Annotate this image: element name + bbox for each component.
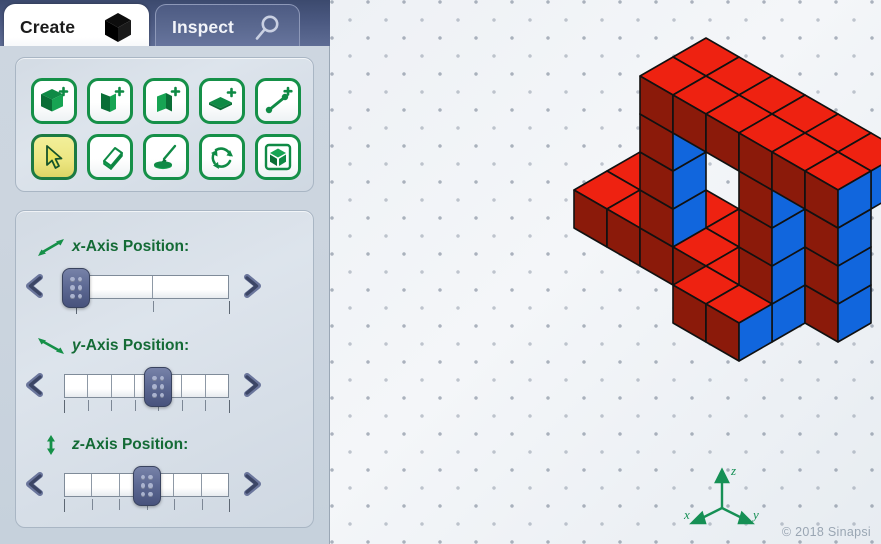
cube-icon [103,12,133,43]
axis-x-thumb[interactable] [62,268,90,308]
slider-segment[interactable] [174,474,202,496]
tool-row-create [31,78,301,124]
slider-segment[interactable] [65,375,89,397]
slider-tick [229,301,230,314]
tab-inspect-label: Inspect [172,17,234,37]
axis-x-header: x-Axis Position: [16,233,315,261]
slider-tick [229,400,230,413]
slider-tick [174,499,175,510]
slider-segment[interactable] [202,474,228,496]
axis-y-text: -Axis Position: [80,337,190,354]
axis-x-ticks [76,301,230,314]
axis-y-slider[interactable] [56,367,231,415]
voxel-model[interactable] [330,0,881,544]
slider-segment[interactable] [65,474,93,496]
toolbox-panel [15,57,314,192]
axis-y-letter: y [72,337,81,354]
viewport-canvas[interactable]: z x y © 2018 Sinapsi [330,0,881,544]
slider-tick [111,400,113,411]
tab-create[interactable]: Create [4,4,149,46]
add-wall-left-tool[interactable] [87,78,133,124]
add-cube-tool[interactable] [31,78,77,124]
tab-strip: Create Inspect [0,0,330,46]
axis-y-header: y-Axis Position: [16,332,315,360]
slider-tick [64,400,65,413]
axis-y-label: y-Axis Position: [72,337,189,355]
select-tool[interactable] [31,134,77,180]
axis-control-z: z-Axis Position: [16,431,315,515]
axis-x-label: x-Axis Position: [72,238,189,256]
erase-tool[interactable] [87,134,133,180]
axis-y-prev-button[interactable] [16,367,56,403]
axis-x-letter: x [72,238,81,255]
axis-control-y: y-Axis Position: [16,332,315,416]
slider-tick [87,400,89,411]
axis-z-thumb[interactable] [132,466,161,506]
tab-create-label: Create [20,16,76,37]
canvas-axis-gizmo: z x y [682,462,762,537]
axis-x-next-button[interactable] [231,268,271,304]
diagonal-arrow-up-right-icon [34,237,68,257]
axis-control-x: x-Axis Position: [16,233,315,317]
slider-segment[interactable] [206,375,228,397]
axis-z-label: z-Axis Position: [72,436,188,454]
slider-segment[interactable] [92,474,120,496]
slider-tick [201,499,203,510]
axis-x-slider[interactable] [56,268,231,316]
magnifier-icon [253,13,283,43]
axis-y-next-button[interactable] [231,367,271,403]
slider-tick [134,400,136,411]
add-line-tool[interactable] [255,78,301,124]
diagonal-arrow-down-right-icon [34,336,68,356]
slider-tick [152,301,154,312]
axis-z-letter: z [72,436,80,453]
axis-gizmo-y-label: y [751,507,759,522]
axis-controls-panel: x-Axis Position: y-Axis Position: z-Axis… [15,210,314,528]
axis-z-text: -Axis Position: [79,436,189,453]
tab-inspect[interactable]: Inspect [155,4,300,46]
axis-y-thumb[interactable] [144,367,173,407]
axis-gizmo-z-label: z [730,463,736,478]
axis-x-slider-line [16,261,315,317]
axis-y-slider-line [16,360,315,416]
axis-z-prev-button[interactable] [16,466,56,502]
add-wall-right-tool[interactable] [143,78,189,124]
left-panel: Create Inspect x-Axis Position: y-Axis P… [0,0,330,544]
axis-x-prev-button[interactable] [16,268,56,304]
tool-row-edit [31,134,301,180]
slider-tick [229,499,230,512]
axis-x-text: -Axis Position: [80,238,190,255]
rotate-tool[interactable] [199,134,245,180]
slider-tick [181,400,183,411]
axis-z-slider-line [16,459,315,515]
slider-segment[interactable] [153,276,228,298]
axis-gizmo-x-label: x [683,507,690,522]
add-floor-tool[interactable] [199,78,245,124]
axis-x-track[interactable] [76,275,229,299]
axis-z-header: z-Axis Position: [16,431,315,459]
paint-tool[interactable] [143,134,189,180]
slider-segment[interactable] [88,375,112,397]
slider-tick [91,499,93,510]
slider-tick [119,499,120,510]
slider-tick [64,499,65,512]
copyright-text: © 2018 Sinapsi [781,525,871,539]
vertical-arrow-icon [34,434,68,456]
slider-segment[interactable] [182,375,206,397]
slider-tick [205,400,207,411]
axis-z-next-button[interactable] [231,466,271,502]
view-tool[interactable] [255,134,301,180]
axis-z-slider[interactable] [56,466,231,514]
slider-segment[interactable] [112,375,136,397]
